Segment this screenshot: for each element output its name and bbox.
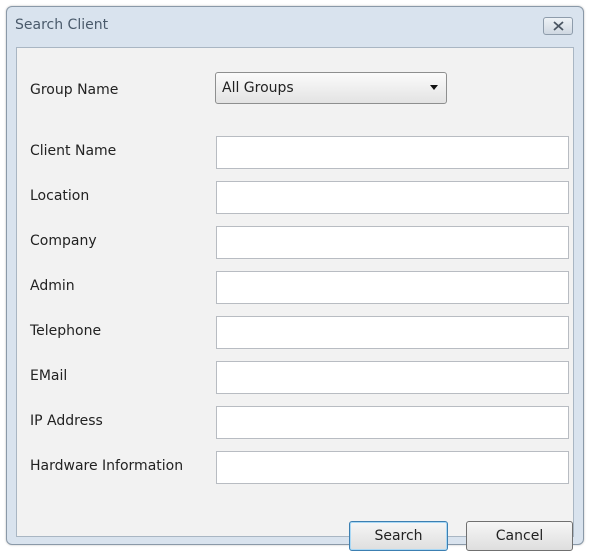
company-input[interactable] — [216, 226, 569, 259]
ip-address-label: IP Address — [30, 413, 103, 429]
close-x-icon — [553, 21, 564, 31]
location-input[interactable] — [216, 181, 569, 214]
company-label: Company — [30, 233, 97, 249]
telephone-label: Telephone — [30, 323, 102, 339]
window-title: Search Client — [15, 17, 109, 33]
search-button[interactable]: Search — [349, 521, 448, 551]
search-client-dialog: Search Client Group Name All Groups Clie… — [6, 6, 584, 551]
client-name-input[interactable] — [216, 136, 569, 169]
hardware-information-input[interactable] — [216, 451, 569, 484]
email-input[interactable] — [216, 361, 569, 394]
title-bar[interactable]: Search Client — [7, 7, 583, 47]
dropdown-arrow-icon — [430, 85, 438, 90]
close-button[interactable] — [543, 17, 573, 35]
admin-label: Admin — [30, 278, 75, 294]
cancel-button[interactable]: Cancel — [466, 521, 573, 551]
location-label: Location — [30, 188, 90, 204]
email-label: EMail — [30, 368, 68, 384]
dialog-body: Group Name All Groups Client Name Locati… — [16, 47, 574, 551]
client-name-label: Client Name — [30, 143, 117, 159]
hardware-information-label: Hardware Information — [30, 458, 184, 474]
group-name-select[interactable]: All Groups — [215, 72, 447, 104]
ip-address-input[interactable] — [216, 406, 569, 439]
group-name-label: Group Name — [30, 82, 119, 98]
admin-input[interactable] — [216, 271, 569, 304]
group-name-selected-value: All Groups — [222, 80, 294, 96]
telephone-input[interactable] — [216, 316, 569, 349]
